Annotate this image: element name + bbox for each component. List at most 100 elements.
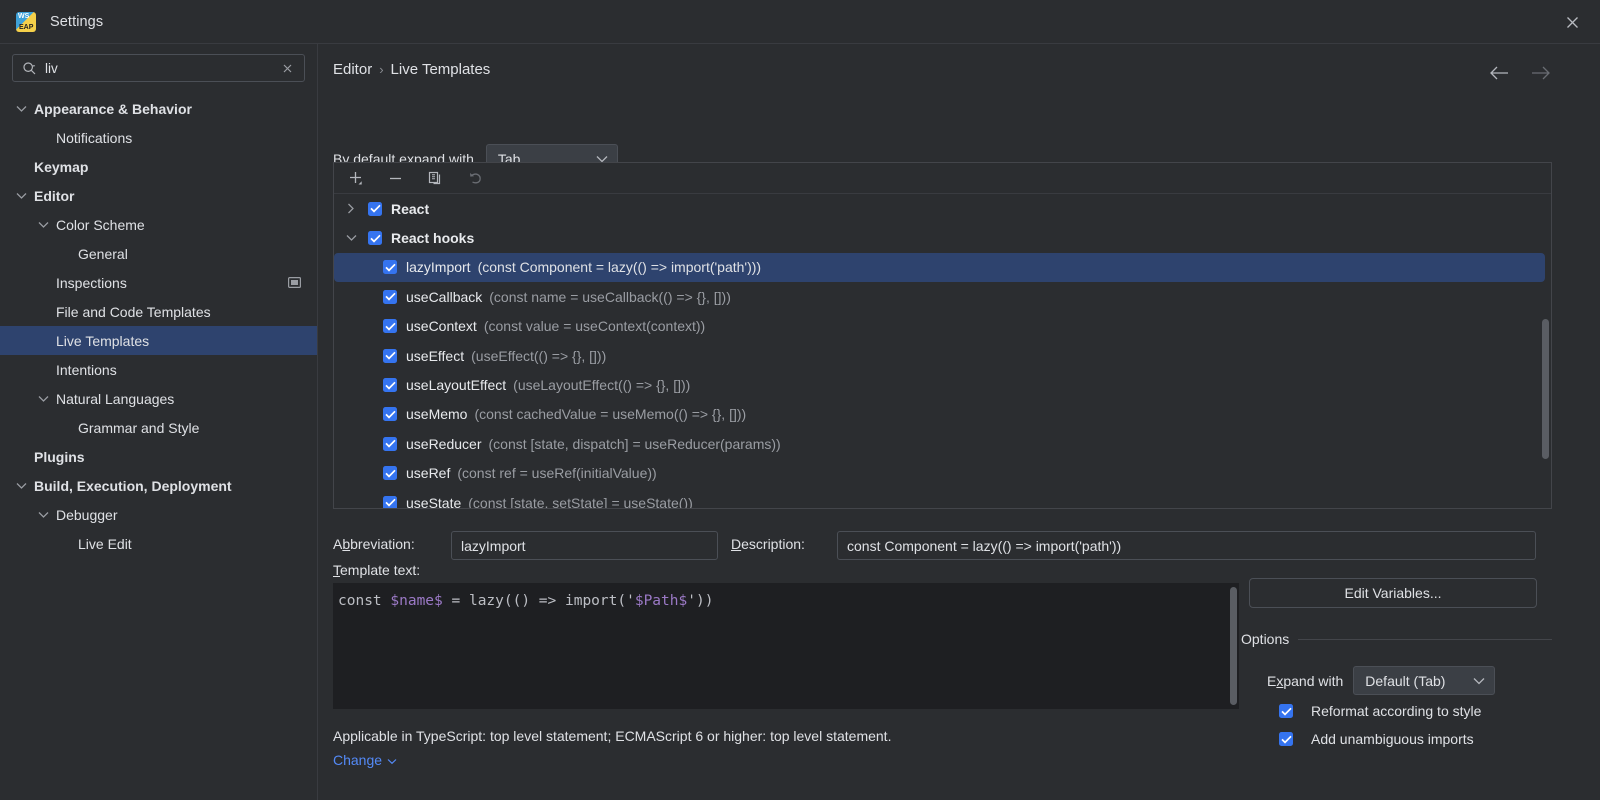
description-value: const Component = lazy(() => import('pat… <box>847 537 1122 554</box>
imports-label: Add unambiguous imports <box>1311 731 1474 747</box>
expand-with-value: Default (Tab) <box>1365 672 1446 689</box>
template-row[interactable]: useCallback (const name = useCallback(() … <box>334 282 1551 311</box>
breadcrumb: Editor › Live Templates <box>333 61 490 78</box>
code-variable-name: $name$ <box>390 593 443 609</box>
undo-icon[interactable] <box>464 167 486 189</box>
template-description: (const [state, dispatch] = useReducer(pa… <box>488 435 781 452</box>
applicable-context-text: Applicable in TypeScript: top level stat… <box>333 728 892 744</box>
template-row[interactable]: lazyImport (const Component = lazy(() => … <box>334 252 1545 283</box>
abbreviation-input[interactable]: lazyImport <box>451 531 718 560</box>
templates-scrollbar[interactable] <box>1542 319 1549 459</box>
chevron-down-icon[interactable] <box>36 508 50 522</box>
template-description: (useEffect(() => {}, [])) <box>471 347 607 364</box>
sidebar-item-live-edit[interactable]: Live Edit <box>0 529 317 558</box>
sidebar-item-grammar-and-style[interactable]: Grammar and Style <box>0 413 317 442</box>
checkbox-checked-icon[interactable] <box>383 289 397 304</box>
arrow-right-icon[interactable] <box>1530 62 1552 84</box>
template-row[interactable]: React <box>334 194 1551 223</box>
copy-icon[interactable] <box>424 167 446 189</box>
template-row[interactable]: useEffect (useEffect(() => {}, [])) <box>334 341 1551 370</box>
search-input[interactable] <box>45 60 281 76</box>
checkbox-checked-icon[interactable] <box>383 348 397 363</box>
breadcrumb-parent[interactable]: Editor <box>333 61 372 78</box>
sidebar-item-plugins[interactable]: Plugins <box>0 442 317 471</box>
template-row[interactable]: useContext (const value = useContext(cont… <box>334 312 1551 341</box>
template-abbreviation: useContext <box>406 318 477 335</box>
template-abbreviation: React hooks <box>391 230 475 247</box>
checkbox-checked-icon[interactable] <box>1279 704 1293 718</box>
sidebar-item-color-scheme[interactable]: Color Scheme <box>0 210 317 239</box>
template-row[interactable]: useState (const [state, setState] = useSt… <box>334 488 1551 508</box>
arrow-left-icon[interactable] <box>1488 62 1510 84</box>
checkbox-checked-icon[interactable] <box>383 378 397 393</box>
checkbox-checked-icon[interactable] <box>383 436 397 451</box>
sidebar-item-appearance-behavior[interactable]: Appearance & Behavior <box>0 94 317 123</box>
checkbox-checked-icon[interactable] <box>383 407 397 422</box>
plus-icon[interactable] <box>344 167 366 189</box>
template-row[interactable]: useRef (const ref = useRef(initialValue)) <box>334 459 1551 488</box>
sidebar-item-label: Build, Execution, Deployment <box>34 477 232 494</box>
search-box[interactable] <box>12 54 305 82</box>
change-label: Change <box>333 752 383 768</box>
sidebar-item-label: File and Code Templates <box>56 303 211 320</box>
sidebar-item-label: Grammar and Style <box>78 419 200 436</box>
chevron-right-icon[interactable] <box>342 203 360 214</box>
sidebar-item-natural-languages[interactable]: Natural Languages <box>0 384 317 413</box>
template-abbreviation: lazyImport <box>406 259 471 276</box>
template-description: (const [state, setState] = useState()) <box>468 494 693 508</box>
sidebar-item-inspections[interactable]: Inspections <box>0 268 317 297</box>
window-icon <box>288 277 301 288</box>
minus-icon[interactable] <box>384 167 406 189</box>
template-description: (const Component = lazy(() => import('pa… <box>477 259 762 276</box>
template-row[interactable]: React hooks <box>334 223 1551 252</box>
sidebar-item-editor[interactable]: Editor <box>0 181 317 210</box>
checkbox-checked-icon[interactable] <box>383 495 397 508</box>
chevron-down-icon[interactable] <box>36 392 50 406</box>
sidebar-item-notifications[interactable]: Notifications <box>0 123 317 152</box>
chevron-down-icon[interactable] <box>14 479 28 493</box>
sidebar-item-keymap[interactable]: Keymap <box>0 152 317 181</box>
template-row[interactable]: useLayoutEffect (useLayoutEffect(() => {}… <box>334 370 1551 399</box>
breadcrumb-separator-icon: › <box>379 62 384 77</box>
close-icon[interactable] <box>1558 8 1586 36</box>
chevron-down-icon[interactable] <box>36 218 50 232</box>
sidebar-item-file-and-code-templates[interactable]: File and Code Templates <box>0 297 317 326</box>
checkbox-checked-icon[interactable] <box>383 319 397 334</box>
sidebar-item-label: Debugger <box>56 506 118 523</box>
chevron-down-icon[interactable] <box>14 189 28 203</box>
expand-with-dropdown[interactable]: Default (Tab) <box>1353 666 1496 695</box>
checkbox-checked-icon[interactable] <box>383 466 397 481</box>
template-abbreviation: useCallback <box>406 288 483 305</box>
sidebar-item-general[interactable]: General <box>0 239 317 268</box>
search-container <box>0 44 317 82</box>
template-abbreviation: React <box>391 200 430 217</box>
checkbox-checked-icon[interactable] <box>1279 732 1293 746</box>
template-text-label: Template text: <box>333 562 421 578</box>
sidebar-item-label: Live Templates <box>56 332 150 349</box>
imports-checkbox-row[interactable]: Add unambiguous imports <box>1279 731 1474 747</box>
editor-scrollbar[interactable] <box>1230 587 1237 705</box>
description-input[interactable]: const Component = lazy(() => import('pat… <box>837 531 1536 560</box>
template-abbreviation: useState <box>406 494 462 508</box>
sidebar-item-label: Inspections <box>56 274 127 291</box>
templates-list[interactable]: React React hooks lazyImport (const Compone… <box>334 194 1551 508</box>
clear-icon[interactable] <box>281 62 294 75</box>
sidebar-item-build-execution-deployment[interactable]: Build, Execution, Deployment <box>0 471 317 500</box>
sidebar-item-live-templates[interactable]: Live Templates <box>0 326 317 355</box>
chevron-down-icon[interactable] <box>14 102 28 116</box>
checkbox-checked-icon[interactable] <box>368 231 382 246</box>
checkbox-checked-icon[interactable] <box>383 260 397 275</box>
edit-variables-button[interactable]: Edit Variables... <box>1249 578 1537 608</box>
template-abbreviation: useMemo <box>406 406 468 423</box>
sidebar-item-debugger[interactable]: Debugger <box>0 500 317 529</box>
template-row[interactable]: useReducer (const [state, dispatch] = use… <box>334 429 1551 458</box>
template-row[interactable]: useMemo (const cachedValue = useMemo(() =… <box>334 400 1551 429</box>
sidebar-item-label: General <box>78 245 128 262</box>
sidebar-item-label: Editor <box>34 187 75 204</box>
chevron-down-icon[interactable] <box>342 234 360 242</box>
change-context-link[interactable]: Change <box>333 752 397 768</box>
checkbox-checked-icon[interactable] <box>368 201 382 216</box>
template-text-editor[interactable]: const $name$ = lazy(() => import('$Path$… <box>333 583 1239 709</box>
sidebar-item-intentions[interactable]: Intentions <box>0 355 317 384</box>
reformat-checkbox-row[interactable]: Reformat according to style <box>1279 703 1481 719</box>
